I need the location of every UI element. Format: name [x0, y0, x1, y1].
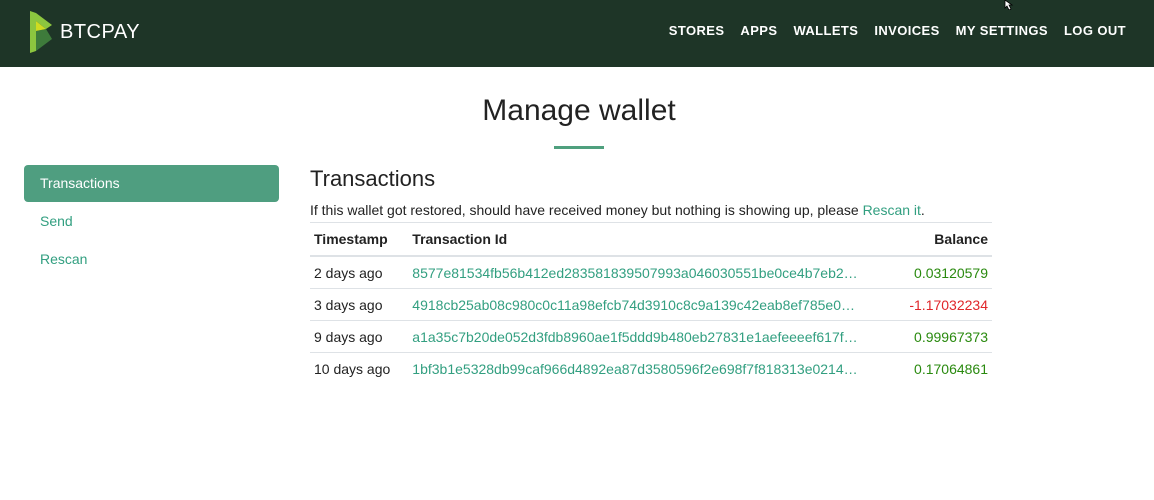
row-balance: 0.17064861	[883, 352, 992, 384]
rescan-help-text: If this wallet got restored, should have…	[310, 201, 992, 219]
page-title: Manage wallet	[482, 94, 676, 127]
row-timestamp: 9 days ago	[310, 320, 409, 353]
row-timestamp: 10 days ago	[310, 352, 409, 384]
header-transaction-id: Transaction Id	[408, 222, 884, 257]
table-row: 2 days ago 8577e81534fb56b412ed283581839…	[310, 255, 992, 289]
table-row: 3 days ago 4918cb25ab08c980c0c11a98efcb7…	[310, 288, 992, 321]
transactions-table: Timestamp Transaction Id Balance 2 days …	[310, 222, 992, 384]
header-balance: Balance	[883, 222, 992, 257]
main-content: Transactions If this wallet got restored…	[310, 165, 992, 384]
nav-stores[interactable]: STORES	[669, 23, 725, 38]
transaction-id-link[interactable]: 4918cb25ab08c980c0c11a98efcb74d3910c8c9a…	[412, 297, 855, 313]
transaction-id-link[interactable]: a1a35c7b20de052d3fdb8960ae1f5ddd9b480eb2…	[412, 329, 857, 345]
row-timestamp: 3 days ago	[310, 288, 409, 321]
nav-log-out[interactable]: LOG OUT	[1064, 23, 1126, 38]
nav-invoices[interactable]: INVOICES	[874, 23, 939, 38]
row-balance: 0.03120579	[883, 255, 992, 289]
top-navbar: BTCPAY STORES APPS WALLETS INVOICES MY S…	[0, 0, 1154, 67]
brand-logo[interactable]: BTCPAY	[28, 8, 140, 56]
brand-name: BTCPAY	[60, 20, 141, 43]
table-row: 10 days ago 1bf3b1e5328db99caf966d4892ea…	[310, 352, 992, 384]
table-header-row: Timestamp Transaction Id Balance	[310, 222, 992, 257]
sidebar-nav: Transactions Send Rescan	[24, 165, 279, 279]
nav-apps[interactable]: APPS	[740, 23, 777, 38]
btcpay-logo-icon	[30, 11, 52, 53]
main-nav: STORES APPS WALLETS INVOICES MY SETTINGS…	[669, 23, 1126, 38]
rescan-it-link[interactable]: Rescan it	[863, 202, 921, 218]
nav-my-settings[interactable]: MY SETTINGS	[956, 23, 1048, 38]
row-balance: -1.17032234	[883, 288, 992, 321]
nav-wallets[interactable]: WALLETS	[793, 23, 858, 38]
transaction-id-link[interactable]: 1bf3b1e5328db99caf966d4892ea87d3580596f2…	[412, 361, 857, 377]
sidebar-item-send[interactable]: Send	[24, 203, 279, 240]
mouse-cursor-icon	[1004, 0, 1014, 10]
title-underline	[554, 146, 604, 149]
help-text: If this wallet got restored, should have…	[310, 202, 863, 218]
section-title: Transactions	[310, 166, 436, 191]
row-timestamp: 2 days ago	[310, 255, 409, 289]
transaction-id-link[interactable]: 8577e81534fb56b412ed283581839507993a0460…	[412, 265, 857, 281]
header-timestamp: Timestamp	[310, 222, 409, 257]
row-balance: 0.99967373	[883, 320, 992, 353]
sidebar-item-transactions[interactable]: Transactions	[24, 165, 279, 202]
help-suffix: .	[920, 202, 925, 218]
sidebar-item-rescan[interactable]: Rescan	[24, 241, 279, 278]
table-row: 9 days ago a1a35c7b20de052d3fdb8960ae1f5…	[310, 320, 992, 353]
